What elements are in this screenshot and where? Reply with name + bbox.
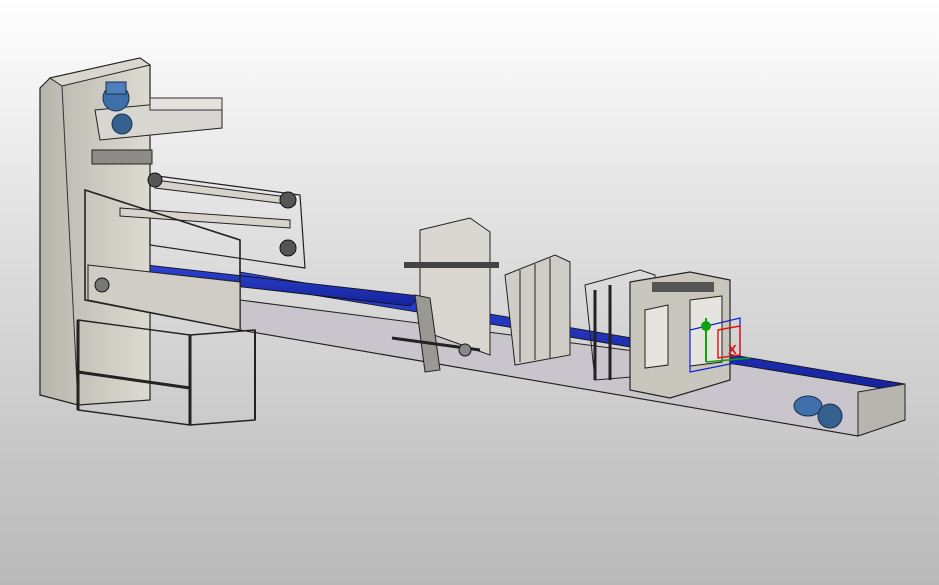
outfeed-housing[interactable]	[629, 271, 731, 399]
triad-x-label: X	[728, 342, 737, 357]
cad-model-canvas[interactable]: X	[0, 0, 939, 585]
3d-viewport[interactable]: X	[0, 0, 939, 585]
top-roller-module[interactable]	[94, 81, 223, 141]
